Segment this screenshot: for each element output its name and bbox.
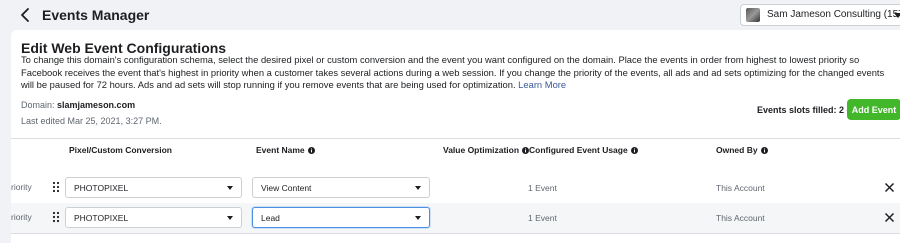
column-header-label: Pixel/Custom Conversion [69,145,172,155]
domain-value: slamjameson.com [57,100,136,110]
drag-handle-icon[interactable] [52,211,60,223]
column-header-owned-by: Owned By [716,145,768,155]
close-icon [884,212,895,223]
event-name-select[interactable]: View Content [252,177,430,198]
remove-event-button[interactable] [884,212,895,223]
priority-label: riority [11,182,32,192]
remove-event-button[interactable] [884,182,895,193]
column-header-event-name: Event Name [256,145,315,155]
caret-down-icon [227,216,233,220]
configured-usage: 1 Event [528,183,557,193]
event-config-card: Edit Web Event Configurations To change … [11,30,900,243]
column-header-value-optimization: Value Optimization [443,145,530,155]
column-header-label: Value Optimization [443,145,520,155]
config-description: To change this domain's configuration sc… [21,54,891,92]
caret-down-icon [415,216,421,220]
pixel-select[interactable]: PHOTOPIXEL [65,177,242,198]
app-title: Events Manager [42,7,150,23]
domain-line: Domain: slamjameson.com [21,100,135,110]
top-bar: Events Manager Sam Jameson Consulting (1… [0,0,900,30]
chevron-left-icon [21,8,29,22]
caret-down-icon [894,13,900,18]
learn-more-link[interactable]: Learn More [518,79,566,90]
info-circle-icon[interactable] [522,147,530,154]
account-selector[interactable]: Sam Jameson Consulting (15786... [740,4,900,26]
back-button[interactable] [18,5,32,25]
info-circle-icon[interactable] [307,147,315,154]
account-name: Sam Jameson Consulting (15786... [767,9,900,20]
add-event-button[interactable]: Add Event [847,99,900,120]
info-circle-icon[interactable] [760,147,768,154]
caret-down-icon [227,186,233,190]
domain-label: Domain: [21,100,55,110]
column-header-label: Configured Event Usage [529,145,628,155]
column-header-label: Event Name [256,145,305,155]
table-row: riority PHOTOPIXEL Lead 1 Event This Acc… [11,203,900,233]
info-circle-icon[interactable] [630,147,638,154]
last-edited: Last edited Mar 25, 2021, 3:27 PM. [21,116,162,126]
caret-down-icon [415,186,421,190]
description-text: To change this domain's configuration sc… [21,54,885,90]
close-icon [884,182,895,193]
column-header-pixel: Pixel/Custom Conversion [69,145,172,155]
account-avatar [746,8,760,22]
column-header-label: Owned By [716,145,758,155]
table-row: riority PHOTOPIXEL View Content 1 Event … [11,173,900,203]
event-name-select[interactable]: Lead [252,207,430,228]
priority-label: riority [11,212,32,222]
table-divider [11,138,900,139]
pixel-select[interactable]: PHOTOPIXEL [65,207,242,228]
event-name-value: View Content [261,183,312,193]
row-divider [11,233,900,234]
configured-usage: 1 Event [528,213,557,223]
drag-handle-icon[interactable] [52,181,60,193]
owned-by: This Account [716,183,765,193]
event-name-value: Lead [261,213,280,223]
column-header-configured-usage: Configured Event Usage [529,145,638,155]
pixel-select-value: PHOTOPIXEL [74,213,129,223]
owned-by: This Account [716,213,765,223]
pixel-select-value: PHOTOPIXEL [74,183,129,193]
